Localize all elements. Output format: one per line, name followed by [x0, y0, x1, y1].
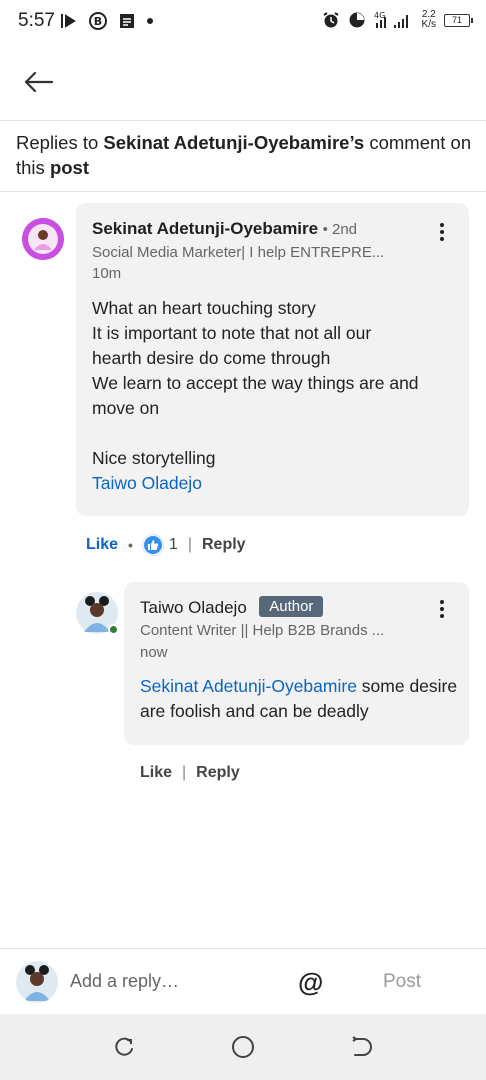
title-author[interactable]: Sekinat Adetunji-Oyebamire’s — [103, 132, 364, 153]
author-badge: Author — [259, 596, 324, 617]
reply-button[interactable]: Reply — [202, 536, 246, 554]
replier-avatar[interactable] — [76, 592, 119, 635]
status-time: 5:57 — [18, 10, 55, 31]
battery-level: 71 — [451, 15, 462, 25]
comment-line: What an heart touching story — [92, 298, 316, 318]
message-icon — [118, 12, 136, 30]
reply-body: Sekinat Adetunji-Oyebamire some desire a… — [140, 674, 458, 724]
replier-name[interactable]: Taiwo Oladejo — [140, 598, 247, 617]
home-icon — [232, 1036, 254, 1058]
comment-body: What an heart touching story It is impor… — [92, 296, 462, 496]
mention-link[interactable]: Taiwo Oladejo — [92, 471, 462, 496]
compose-bar: Add a reply… @ Post — [0, 948, 486, 1014]
commenter-name[interactable]: Sekinat Adetunji-Oyebamire — [92, 219, 318, 238]
signal-icon: 4G — [374, 11, 414, 29]
b-badge-icon: B — [88, 11, 108, 31]
action-separator: | — [187, 536, 192, 553]
back-arrow-icon — [24, 71, 54, 93]
comment-line: It is important to note that not all our — [92, 323, 372, 343]
recents-icon — [115, 1037, 133, 1056]
comment-line: We learn to accept the way things are an… — [92, 373, 419, 393]
timer-icon — [348, 11, 366, 29]
recents-button[interactable] — [111, 1034, 137, 1060]
mention-at-button[interactable]: @ — [298, 967, 323, 998]
reply-bubble: Taiwo Oladejo Author Content Writer || H… — [124, 582, 469, 745]
status-icons-left: B — [60, 11, 154, 31]
network-label: 4G — [374, 11, 385, 20]
comment-actions: Like • 1 | Reply — [86, 535, 246, 555]
system-nav-bar — [0, 1014, 486, 1080]
reply-action-separator: | — [182, 764, 187, 781]
reply-input[interactable]: Add a reply… — [70, 971, 179, 992]
back-button[interactable] — [18, 62, 58, 102]
status-bar: 5:57 B 4G 2.2 K/s 71 — [0, 0, 486, 44]
like-button[interactable]: Like — [86, 536, 118, 554]
connection-degree: • 2nd — [322, 221, 358, 238]
alarm-icon — [322, 11, 340, 29]
reply-time: now — [140, 644, 168, 661]
page-title: Replies to Sekinat Adetunji-Oyebamire’s … — [16, 130, 476, 180]
status-icons-right: 4G 2.2 K/s 71 — [322, 10, 473, 30]
reaction-number: 1 — [168, 536, 178, 553]
network-speed: 2.2 K/s — [422, 10, 436, 30]
dot-icon — [146, 17, 154, 25]
back-nav-button[interactable] — [348, 1034, 374, 1060]
online-status-icon — [108, 624, 119, 635]
reply-actions: Like | Reply — [140, 764, 240, 782]
media-icon — [60, 12, 78, 30]
commenter-avatar[interactable] — [22, 218, 64, 260]
top-nav — [0, 44, 486, 120]
reply-reply-button[interactable]: Reply — [196, 764, 240, 782]
my-avatar — [16, 961, 58, 1003]
speed-unit: K/s — [421, 19, 436, 30]
reaction-count[interactable]: 1 — [142, 535, 178, 555]
battery-icon: 71 — [444, 13, 473, 27]
reply-more-options-icon[interactable] — [430, 594, 454, 624]
back-nav-icon — [352, 1036, 372, 1056]
header-divider — [0, 191, 486, 192]
comment-line: Nice storytelling — [92, 448, 216, 468]
thumbs-up-icon — [142, 535, 163, 555]
comment-line: move on — [92, 398, 160, 418]
reply-mention-link[interactable]: Sekinat Adetunji-Oyebamire — [140, 676, 357, 696]
title-prefix: Replies to — [16, 132, 104, 153]
replier-headline: Content Writer || Help B2B Brands ... — [140, 622, 385, 639]
more-options-icon[interactable] — [430, 217, 454, 247]
comment-time: 10m — [92, 265, 122, 282]
comment-bubble: Sekinat Adetunji-Oyebamire • 2nd Social … — [76, 203, 469, 516]
action-dot: • — [128, 537, 133, 553]
nav-divider — [0, 120, 486, 121]
home-button[interactable] — [230, 1034, 256, 1060]
commenter-headline: Social Media Marketer| I help ENTREPRE..… — [92, 244, 385, 261]
comment-line: hearth desire do come through — [92, 348, 331, 368]
svg-text:B: B — [94, 15, 102, 28]
post-link[interactable]: post — [50, 157, 89, 178]
reply-like-button[interactable]: Like — [140, 764, 172, 782]
post-button[interactable]: Post — [383, 971, 421, 993]
